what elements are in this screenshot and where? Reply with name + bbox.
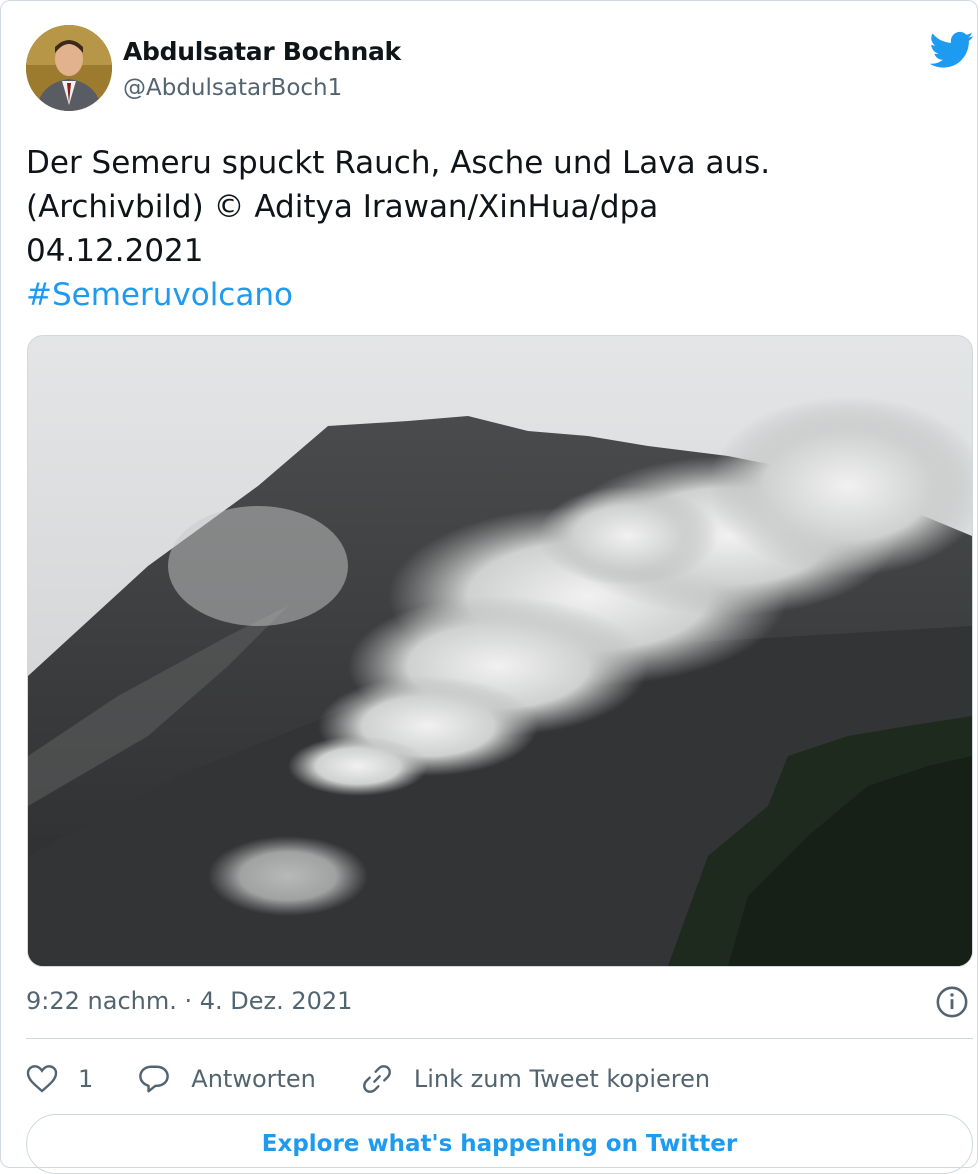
like-count: 1 [78, 1065, 94, 1093]
author-handle[interactable]: @AbdulsatarBoch1 [123, 75, 342, 101]
hashtag-link[interactable]: #Semeruvolcano [26, 273, 293, 317]
reply-button[interactable]: Antworten [137, 1064, 316, 1094]
tweet-card: Abdulsatar Bochnak @AbdulsatarBoch1 Der … [0, 0, 978, 1174]
reply-bubble-icon [139, 1065, 170, 1093]
tweet-timestamp[interactable]: 9:22 nachm. · 4. Dez. 2021 [26, 987, 352, 1015]
author-avatar[interactable] [26, 25, 112, 111]
tweet-text: Der Semeru spuckt Rauch, Asche und Lava … [26, 145, 771, 269]
volcano-photo [28, 336, 972, 966]
copy-link-button[interactable]: Link zum Tweet kopieren [360, 1063, 710, 1095]
twitter-bird-icon[interactable] [930, 31, 974, 69]
link-icon [362, 1065, 391, 1093]
explore-button[interactable]: Explore what's happening on Twitter [26, 1114, 973, 1174]
action-bar: 1 Antworten Link zum Tweet kopieren [26, 1059, 754, 1099]
like-button[interactable]: 1 [26, 1064, 93, 1094]
copy-link-label: Link zum Tweet kopieren [413, 1065, 711, 1093]
divider [26, 1038, 973, 1039]
tweet-photo[interactable] [27, 335, 973, 967]
reply-label: Antworten [191, 1065, 316, 1093]
info-icon[interactable] [935, 985, 969, 1019]
avatar-image [26, 25, 112, 111]
heart-icon [26, 1065, 58, 1093]
author-name[interactable]: Abdulsatar Bochnak [123, 37, 401, 66]
